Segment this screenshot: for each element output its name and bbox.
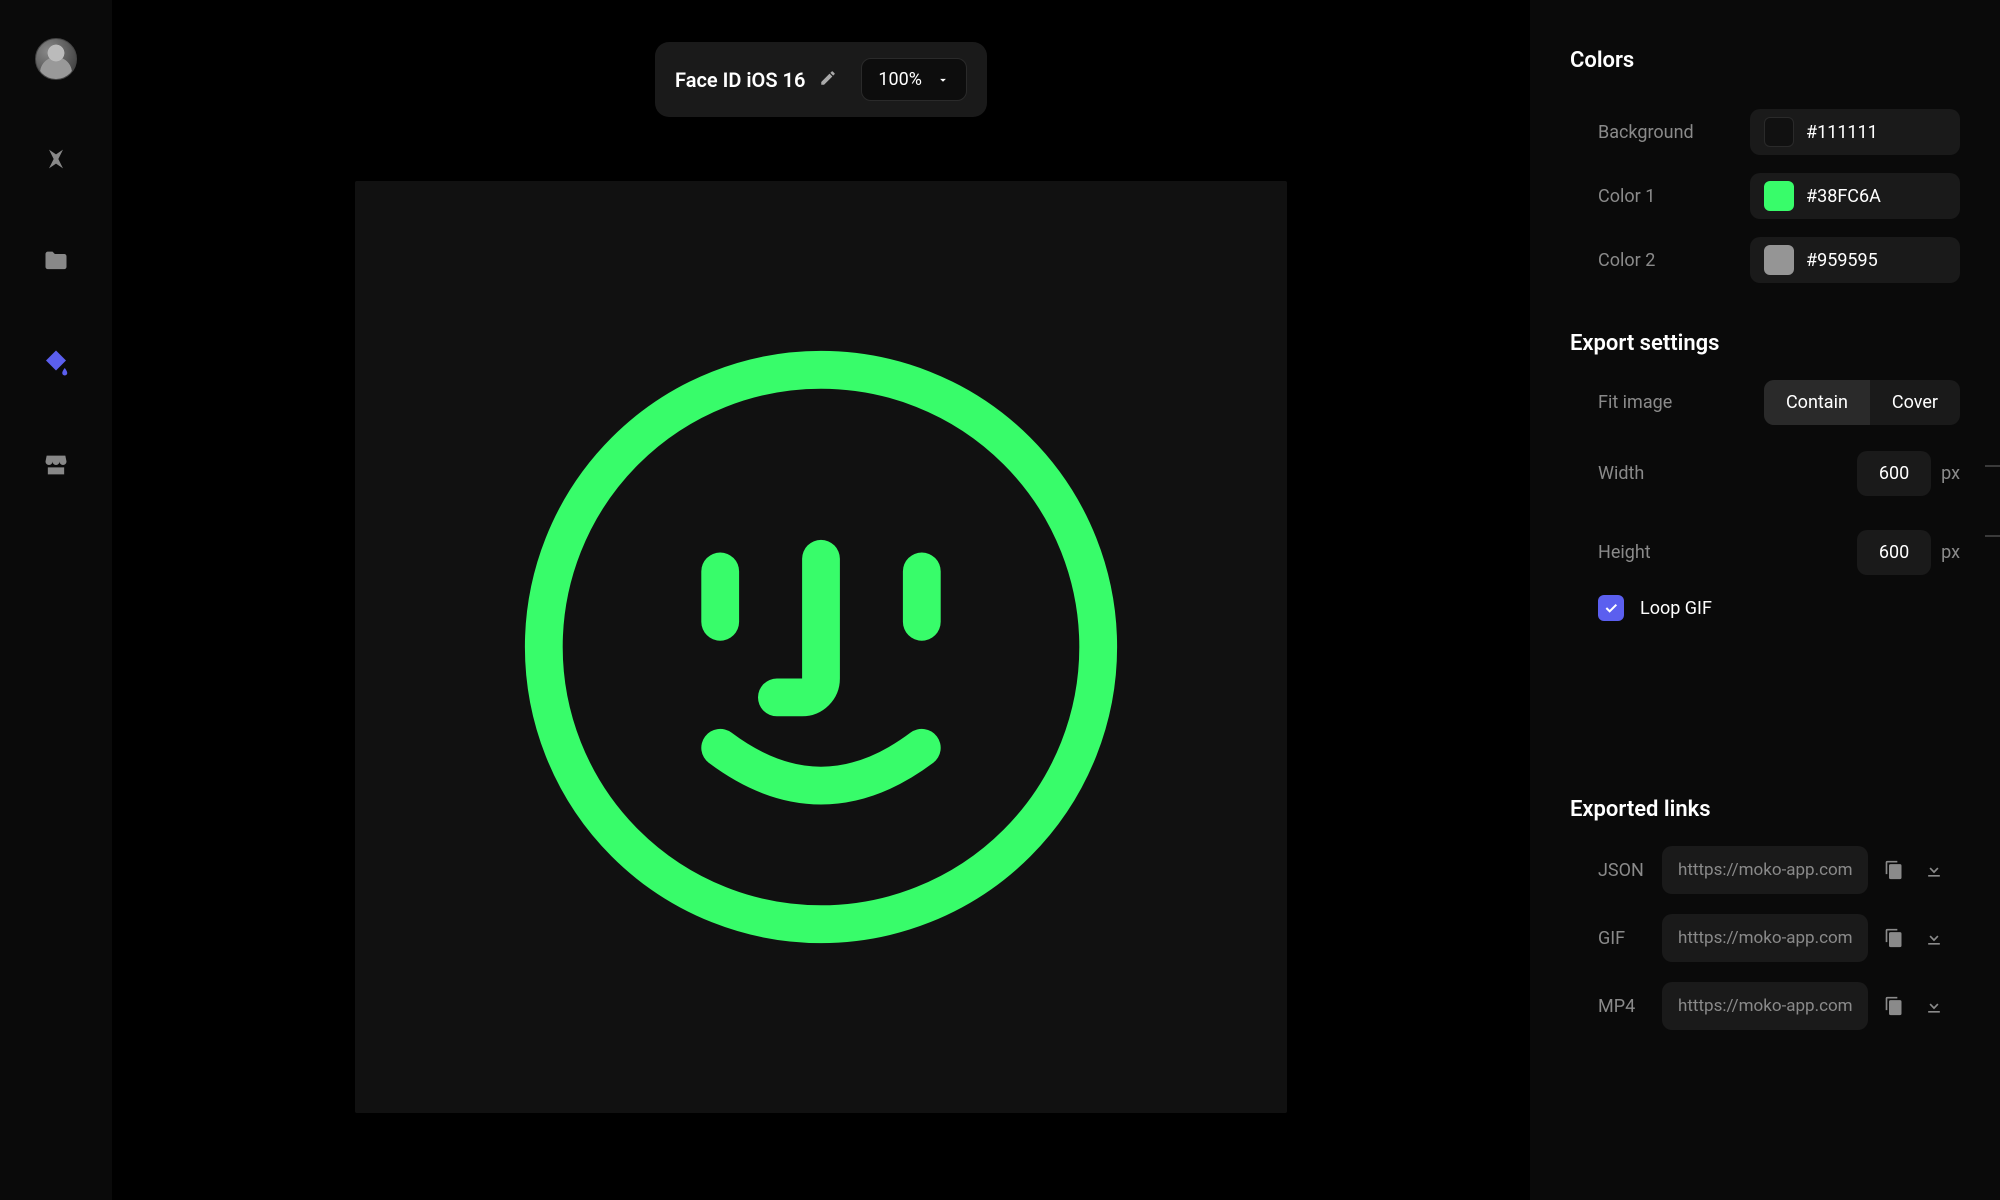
- link-label: MP4: [1570, 996, 1650, 1017]
- download-icon[interactable]: [1920, 924, 1948, 952]
- fit-contain-button[interactable]: Contain: [1764, 380, 1870, 425]
- fit-row: Fit image Contain Cover: [1570, 380, 1960, 425]
- fit-cover-button[interactable]: Cover: [1870, 380, 1960, 425]
- copy-icon[interactable]: [1880, 992, 1908, 1020]
- canvas[interactable]: [355, 181, 1287, 1113]
- color-label: Color 2: [1570, 250, 1655, 271]
- lock-bracket: [1985, 465, 2000, 537]
- link-row-mp4: MP4 htttps://moko-app.com: [1570, 982, 1960, 1030]
- download-icon[interactable]: [1920, 992, 1948, 1020]
- color-label: Background: [1570, 122, 1694, 143]
- width-input[interactable]: 600: [1857, 451, 1931, 496]
- loop-row: Loop GIF: [1570, 595, 1960, 621]
- avatar[interactable]: [35, 38, 77, 80]
- copy-icon[interactable]: [1880, 924, 1908, 952]
- main-area: Face ID iOS 16 100%: [112, 0, 1530, 1200]
- color-label: Color 1: [1570, 186, 1655, 207]
- paint-bucket-icon[interactable]: [41, 348, 71, 378]
- link-url-gif[interactable]: htttps://moko-app.com: [1662, 914, 1868, 962]
- color-hex: #111111: [1806, 122, 1878, 143]
- swatch: [1764, 245, 1794, 275]
- color-row-2: Color 2 #959595: [1570, 237, 1960, 283]
- project-title: Face ID iOS 16: [675, 68, 805, 92]
- store-icon[interactable]: [41, 450, 71, 480]
- link-row-gif: GIF htttps://moko-app.com: [1570, 914, 1960, 962]
- face-id-graphic: [506, 332, 1136, 962]
- fit-label: Fit image: [1570, 392, 1672, 413]
- color-row-background: Background #111111: [1570, 109, 1960, 155]
- colors-heading: Colors: [1570, 48, 1960, 73]
- color-hex: #959595: [1806, 250, 1878, 271]
- color-input-2[interactable]: #959595: [1750, 237, 1960, 283]
- fit-segmented: Contain Cover: [1764, 380, 1960, 425]
- loop-label: Loop GIF: [1640, 598, 1712, 619]
- link-label: JSON: [1570, 860, 1650, 881]
- right-panel: Colors Background #111111 Color 1 #38FC6…: [1530, 0, 2000, 1200]
- title-group: Face ID iOS 16: [675, 68, 837, 92]
- height-input[interactable]: 600: [1857, 530, 1931, 575]
- height-label: Height: [1570, 542, 1651, 563]
- export-section: Export settings Fit image Contain Cover …: [1570, 331, 1960, 621]
- link-url-json[interactable]: htttps://moko-app.com: [1662, 846, 1868, 894]
- color-input-1[interactable]: #38FC6A: [1750, 173, 1960, 219]
- sidebar: [0, 0, 112, 1200]
- swatch: [1764, 181, 1794, 211]
- links-list: JSON htttps://moko-app.com GIF htttps://…: [1570, 846, 1960, 1030]
- export-heading: Export settings: [1570, 331, 1960, 356]
- width-label: Width: [1570, 463, 1644, 484]
- toolbar: Face ID iOS 16 100%: [655, 42, 987, 117]
- height-row: Height 600 px: [1570, 530, 1960, 575]
- loop-checkbox[interactable]: [1598, 595, 1624, 621]
- links-section: Exported links JSON htttps://moko-app.co…: [1570, 797, 1960, 1050]
- chevron-down-icon: [936, 73, 950, 87]
- copy-icon[interactable]: [1880, 856, 1908, 884]
- link-row-json: JSON htttps://moko-app.com: [1570, 846, 1960, 894]
- nav-icons: [41, 144, 71, 480]
- zoom-select[interactable]: 100%: [861, 58, 967, 101]
- height-unit: px: [1941, 542, 1960, 563]
- link-url-mp4[interactable]: htttps://moko-app.com: [1662, 982, 1868, 1030]
- color-row-1: Color 1 #38FC6A: [1570, 173, 1960, 219]
- pencil-icon[interactable]: [819, 68, 837, 92]
- link-label: GIF: [1570, 928, 1650, 949]
- folder-icon[interactable]: [41, 246, 71, 276]
- color-hex: #38FC6A: [1806, 186, 1881, 207]
- width-row: Width 600 px: [1570, 451, 1960, 496]
- color-input-background[interactable]: #111111: [1750, 109, 1960, 155]
- dimensions-group: Width 600 px Height 600 px: [1570, 451, 1960, 575]
- width-unit: px: [1941, 463, 1960, 484]
- download-icon[interactable]: [1920, 856, 1948, 884]
- swatch: [1764, 117, 1794, 147]
- links-heading: Exported links: [1570, 797, 1960, 822]
- zoom-value: 100%: [878, 69, 922, 90]
- logo-icon[interactable]: [41, 144, 71, 174]
